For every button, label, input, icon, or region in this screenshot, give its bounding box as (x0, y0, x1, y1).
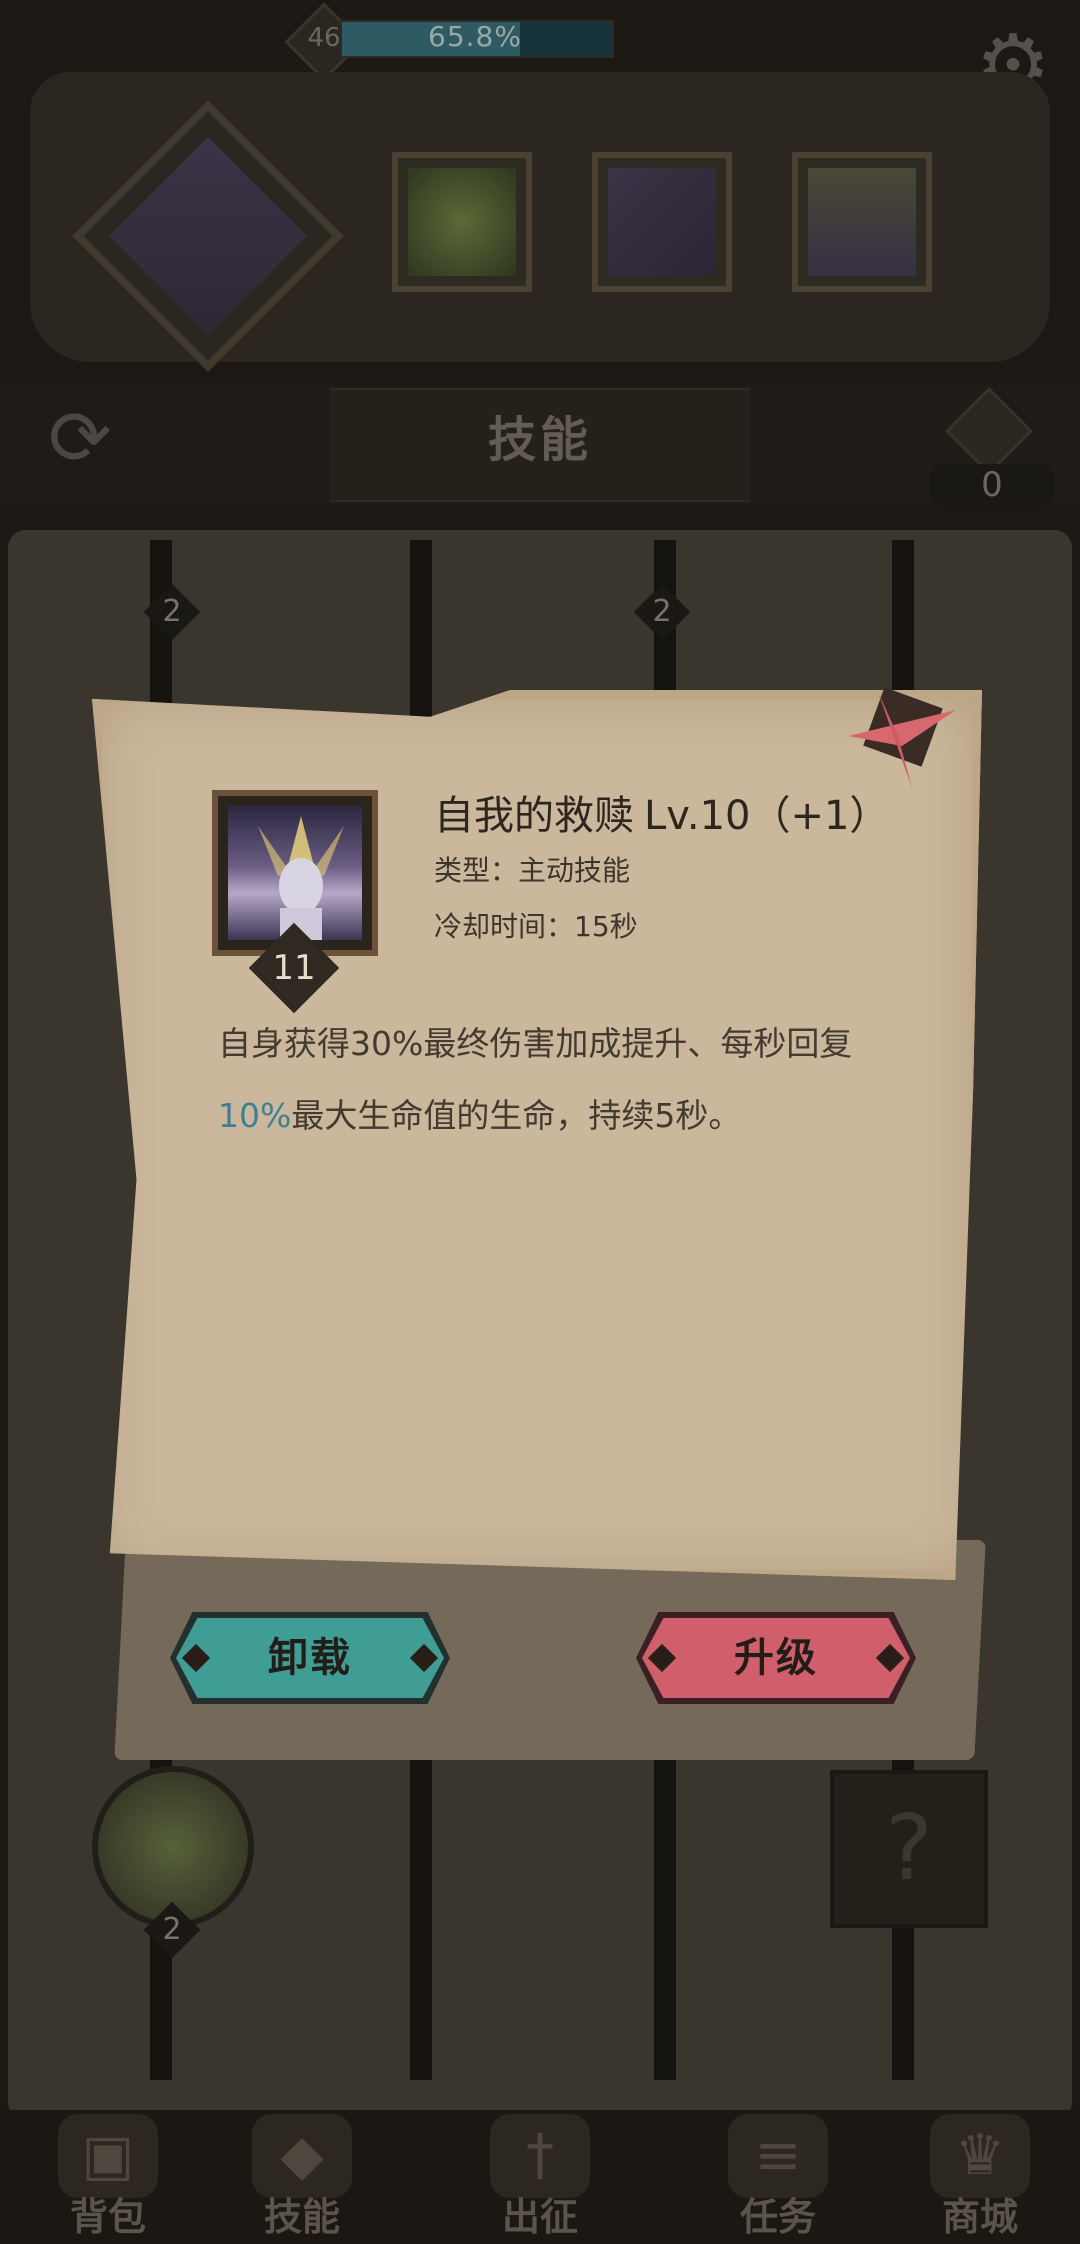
nav-tasks[interactable]: ≡ 任务 (670, 2110, 886, 2244)
skill-type: 类型：主动技能 (434, 854, 631, 887)
page-title: 技能 (487, 412, 592, 468)
skill-book-icon: ◆ (252, 2114, 352, 2198)
nav-label: 背包 (69, 2195, 146, 2239)
sword-icon: † (490, 2114, 590, 2198)
description-highlight: 10% (218, 1096, 292, 1135)
nav-label: 任务 (739, 2195, 816, 2239)
gem-count: 0 (930, 464, 1054, 506)
nav-shop[interactable]: ♛ 商城 (872, 2110, 1080, 2244)
hero-slot-1[interactable] (392, 152, 532, 292)
swap-icon[interactable]: ⟳ (34, 392, 126, 484)
skill-level-value: 11 (272, 948, 316, 988)
nav-battle[interactable]: † 出征 (432, 2110, 648, 2244)
nav-label: 商城 (941, 2195, 1018, 2239)
hero-slot-2[interactable] (592, 152, 732, 292)
nav-skills[interactable]: ◆ 技能 (194, 2110, 410, 2244)
upgrade-button[interactable]: 升级 (636, 1612, 916, 1704)
upgrade-label: 升级 (734, 1635, 818, 1681)
description-text: 最大生命值的生命，持续5秒。 (291, 1096, 742, 1135)
backpack-icon: ▣ (58, 2114, 158, 2198)
node-count: 2 (162, 1912, 182, 1947)
locked-slot[interactable]: ? (830, 1770, 988, 1928)
skill-description: 自身获得30%最终伤害加成提升、每秒回复 10%最大生命值的生命，持续5秒。 (218, 1008, 878, 1152)
close-icon[interactable] (838, 676, 962, 800)
skill-title: 自我的救赎 Lv.10（+1） (434, 788, 889, 844)
shop-icon: ♛ (930, 2114, 1030, 2198)
unequip-button[interactable]: 卸载 (170, 1612, 450, 1704)
nav-label: 技能 (263, 2195, 340, 2239)
nav-backpack[interactable]: ▣ 背包 (0, 2110, 216, 2244)
xp-percent: 65.8% (428, 20, 522, 53)
scroll-icon: ≡ (728, 2114, 828, 2198)
skill-name: 自我的救赎 (434, 793, 634, 839)
node-count: 2 (652, 594, 672, 629)
skill-cooldown: 冷却时间：15秒 (434, 910, 638, 943)
description-text: 自身获得30%最终伤害加成提升、每秒回复 (218, 1024, 853, 1063)
unequip-label: 卸载 (268, 1635, 352, 1681)
nav-label: 出征 (501, 2195, 578, 2239)
skill-level: Lv.10（+1） (644, 793, 890, 839)
node-count: 2 (162, 594, 182, 629)
hero-slot-3[interactable] (792, 152, 932, 292)
